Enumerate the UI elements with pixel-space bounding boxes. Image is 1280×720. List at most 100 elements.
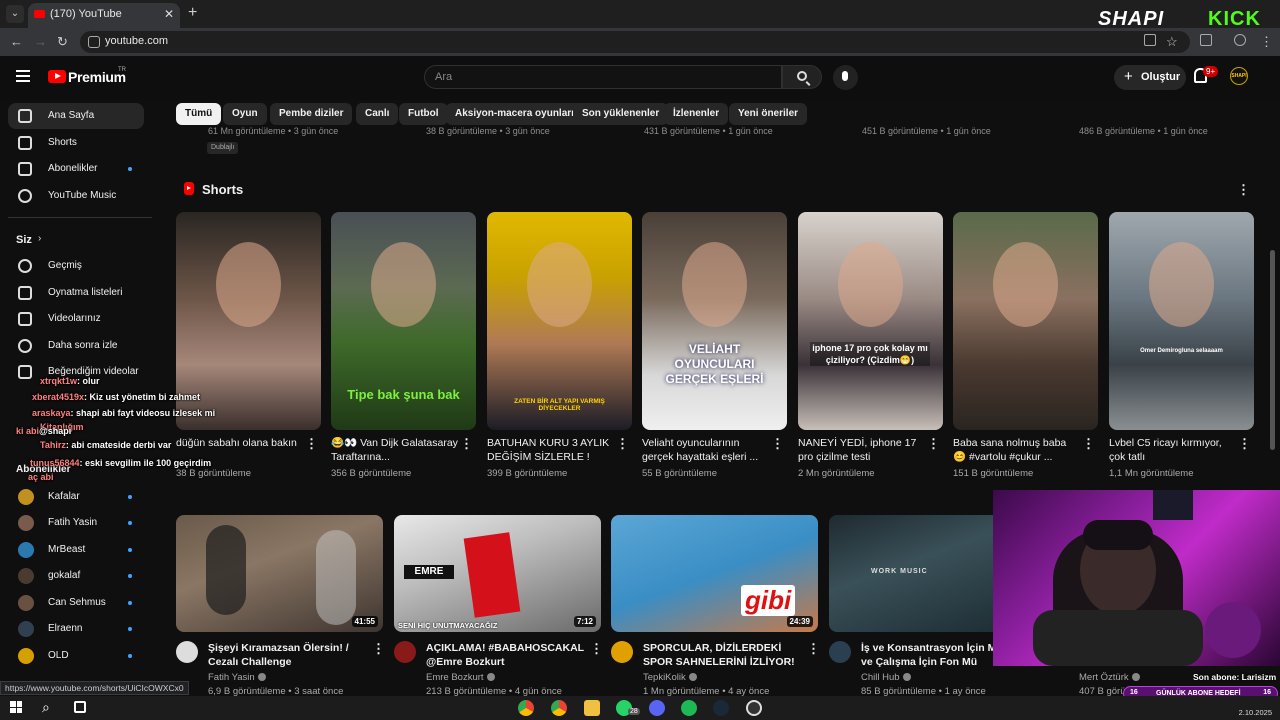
sidebar-subscription[interactable]: Kafalar: [8, 484, 144, 510]
discord-icon[interactable]: [649, 700, 665, 716]
more-icon[interactable]: [372, 641, 385, 657]
obs-icon[interactable]: [746, 700, 762, 716]
sidebar-subscription[interactable]: OLD: [8, 643, 144, 669]
sidebar-item[interactable]: Shorts: [8, 130, 144, 156]
video-channel[interactable]: Chill Hub: [861, 672, 911, 683]
channel-name[interactable]: Emre Bozkurt: [426, 672, 484, 683]
channel-name[interactable]: Mert Öztürk: [1079, 672, 1129, 683]
more-icon[interactable]: [460, 436, 473, 452]
chip-2[interactable]: Pembe diziler: [270, 103, 353, 125]
channel-avatar[interactable]: [611, 641, 633, 663]
sidebar-item[interactable]: Videolarınız: [8, 306, 144, 332]
chrome-icon[interactable]: [518, 700, 534, 716]
short-thumbnail[interactable]: iphone 17 pro çok kolay mı çiziliyor? (Ç…: [798, 212, 943, 430]
url-field[interactable]: youtube.com: [80, 31, 1190, 53]
more-icon[interactable]: [305, 436, 318, 452]
video-channel[interactable]: Emre Bozkurt: [426, 672, 495, 683]
scrollbar[interactable]: [1270, 250, 1275, 450]
chip-3[interactable]: Canlı: [356, 103, 399, 125]
account-avatar[interactable]: SHAPI: [1230, 67, 1248, 85]
sidebar-subscription[interactable]: gokalaf: [8, 563, 144, 589]
search-input[interactable]: Ara: [424, 65, 782, 89]
video-channel[interactable]: TepkiKolik: [643, 672, 697, 683]
short-title[interactable]: Baba sana nolmuş baba 😊 #vartolu #çukur …: [953, 436, 1081, 464]
tab-close-icon[interactable]: ✕: [164, 7, 174, 21]
short-title[interactable]: düğün sabahı olana bakın: [176, 436, 304, 450]
video-thumbnail[interactable]: EMRE SENİ HİÇ UNUTMAYACAĞIZ 7:12: [394, 515, 601, 632]
search-button[interactable]: [782, 65, 822, 89]
browser-tab[interactable]: (170) YouTube ✕: [28, 3, 180, 28]
chip-5[interactable]: Aksiyon-macera oyunları: [446, 103, 583, 125]
more-icon[interactable]: [1237, 182, 1250, 198]
video-channel[interactable]: Fatih Yasin: [208, 672, 266, 683]
sidebar-subscription[interactable]: Can Sehmus: [8, 590, 144, 616]
sidebar-item[interactable]: Abonelikler: [8, 156, 144, 182]
new-tab-icon[interactable]: +: [188, 4, 197, 22]
chip-1[interactable]: Oyun: [223, 103, 267, 125]
browser-menu-icon[interactable]: ⋮: [1260, 34, 1273, 50]
back-icon[interactable]: ←: [10, 34, 23, 49]
forward-icon[interactable]: →: [34, 34, 47, 49]
short-title[interactable]: Lvbel C5 ricayı kırmıyor, çok tatlı: [1109, 436, 1237, 464]
sidebar-item[interactable]: Geçmiş: [8, 253, 144, 279]
profile-icon[interactable]: [1234, 34, 1246, 46]
site-info-icon[interactable]: [88, 36, 100, 48]
sidebar-item[interactable]: Daha sonra izle: [8, 333, 144, 359]
voice-search-icon[interactable]: [833, 65, 858, 90]
create-button[interactable]: + Oluştur: [1114, 65, 1186, 90]
video-title[interactable]: AÇIKLAMA! #BABAHOSCAKAL @Emre Bozkurt: [426, 641, 596, 669]
sidebar-item[interactable]: Oynatma listeleri: [8, 280, 144, 306]
more-icon[interactable]: [590, 641, 603, 657]
file-explorer-icon[interactable]: [584, 700, 600, 716]
channel-name[interactable]: Fatih Yasin: [208, 672, 255, 683]
sidebar-section-you[interactable]: Siz: [16, 234, 32, 246]
channel-name[interactable]: TepkiKolik: [643, 672, 686, 683]
channel-avatar[interactable]: [176, 641, 198, 663]
install-icon[interactable]: [1144, 34, 1156, 46]
channel-name[interactable]: Chill Hub: [861, 672, 900, 683]
channel-avatar[interactable]: [829, 641, 851, 663]
search-icon[interactable]: ⌕: [42, 699, 50, 716]
chip-4[interactable]: Futbol: [399, 103, 448, 125]
chip-8[interactable]: Yeni öneriler: [729, 103, 808, 125]
sidebar-item[interactable]: YouTube Music: [8, 183, 144, 209]
chip-7[interactable]: İzlenenler: [664, 103, 729, 125]
extensions-icon[interactable]: [1200, 34, 1212, 46]
spotify-icon[interactable]: [681, 700, 697, 716]
more-icon[interactable]: [927, 436, 940, 452]
short-title[interactable]: NANEYİ YEDİ, iphone 17 pro çizilme testi: [798, 436, 926, 464]
video-thumbnail[interactable]: 41:55: [176, 515, 383, 632]
chip-0[interactable]: Tümü: [176, 103, 222, 125]
task-view-icon[interactable]: [74, 701, 86, 713]
short-thumbnail[interactable]: VELİAHT OYUNCULARI GERÇEK EŞLERİ: [642, 212, 787, 430]
bookmark-star-icon[interactable]: ☆: [1166, 34, 1178, 50]
video-title[interactable]: SPORCULAR, DİZİLERDEKİ SPOR SAHNELERİNİ …: [643, 641, 813, 669]
sidebar-subscription[interactable]: Fatih Yasin: [8, 510, 144, 536]
short-title[interactable]: 😂👀 Van Dijk Galatasaray Taraftarına...: [331, 436, 459, 464]
sidebar-subscription[interactable]: MrBeast: [8, 537, 144, 563]
reload-icon[interactable]: ↻: [57, 34, 68, 50]
chevron-right-icon[interactable]: ›: [38, 233, 41, 244]
video-thumbnail[interactable]: gibi 24:39: [611, 515, 818, 632]
more-icon[interactable]: [1082, 436, 1095, 452]
video-title[interactable]: Şişeyi Kıramazsan Ölersin! / Cezalı Chal…: [208, 641, 378, 669]
more-icon[interactable]: [1238, 436, 1251, 452]
more-icon[interactable]: [807, 641, 820, 657]
short-title[interactable]: Veliaht oyuncularının gerçek hayattaki e…: [642, 436, 770, 464]
short-thumbnail[interactable]: Omer Demirogluna selaaaam: [1109, 212, 1254, 430]
short-title[interactable]: BATUHAN KURU 3 AYLIK DEĞİŞİM SİZLERLE !: [487, 436, 615, 464]
more-icon[interactable]: [771, 436, 784, 452]
short-thumbnail[interactable]: Tipe bak şuna bak: [331, 212, 476, 430]
tab-search-button[interactable]: ⌄: [6, 5, 24, 23]
more-icon[interactable]: [616, 436, 629, 452]
video-channel[interactable]: Mert Öztürk: [1079, 672, 1140, 683]
youtube-logo-icon[interactable]: [48, 70, 66, 83]
sidebar-item[interactable]: Ana Sayfa: [8, 103, 144, 129]
steam-icon[interactable]: [713, 700, 729, 716]
channel-avatar[interactable]: [394, 641, 416, 663]
sidebar-subscription[interactable]: Elraenn: [8, 616, 144, 642]
menu-icon[interactable]: [16, 70, 30, 82]
windows-start-icon[interactable]: [10, 701, 22, 713]
short-thumbnail[interactable]: ZATEN BİR ALT YAPI VARMIŞ DİYECEKLER: [487, 212, 632, 430]
chip-6[interactable]: Son yüklenenler: [573, 103, 669, 125]
